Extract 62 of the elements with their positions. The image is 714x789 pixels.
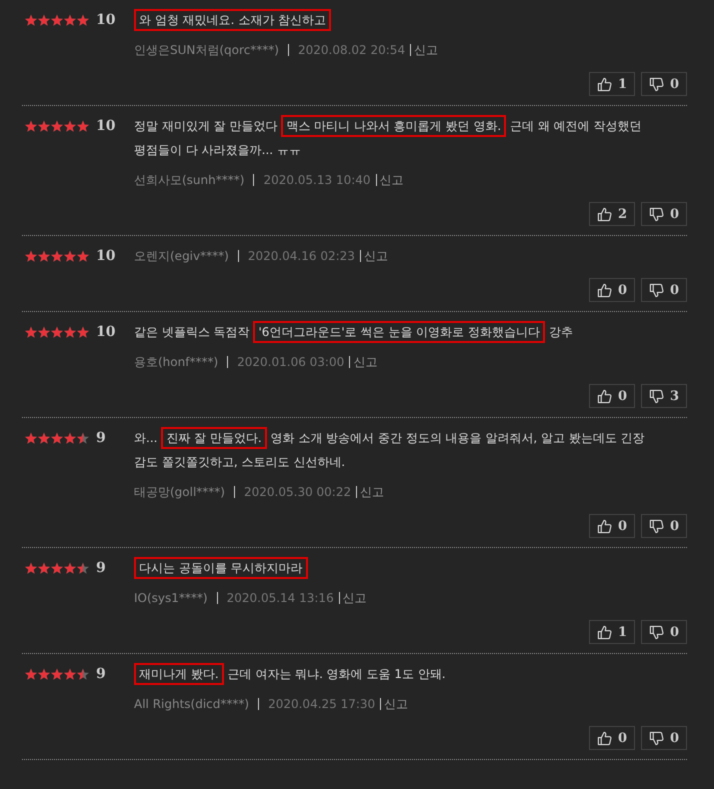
thumbs-down-icon bbox=[648, 518, 664, 534]
review-text: 재미나게 봤다. 근데 여자는 뭐냐. 영화에 도움 1도 안돼. bbox=[134, 662, 687, 686]
review-date: 2020.04.16 02:23 bbox=[248, 249, 355, 263]
like-button[interactable]: 0 bbox=[589, 278, 635, 302]
thumbs-down-icon bbox=[648, 730, 664, 746]
like-button[interactable]: 0 bbox=[589, 384, 635, 408]
score: 10 bbox=[96, 248, 116, 264]
like-button[interactable]: 1 bbox=[589, 72, 635, 96]
report-link[interactable]: 신고 bbox=[342, 590, 367, 606]
thumbs-down-icon bbox=[648, 388, 664, 404]
review-date: 2020.04.25 17:30 bbox=[268, 697, 376, 711]
score: 9 bbox=[96, 666, 106, 682]
review-date: 2020.05.30 00:22 bbox=[244, 485, 352, 499]
author-name: 인생은SUN처럼(qorc****) bbox=[134, 42, 279, 58]
dislike-button[interactable]: 0 bbox=[641, 202, 687, 226]
review-text: 다시는 공돌이를 무시하지마라 bbox=[134, 556, 687, 580]
author-name: 태공망(goll****) bbox=[134, 484, 225, 500]
like-button[interactable]: 0 bbox=[589, 726, 635, 750]
review-text: 와 엄청 재밌네요. 소재가 참신하고 bbox=[134, 8, 687, 32]
thumbs-down-icon bbox=[648, 76, 664, 92]
report-link[interactable]: 신고 bbox=[384, 696, 408, 712]
thumbs-up-icon bbox=[596, 518, 612, 534]
review-text: 정말 재미있게 잘 만들었다 맥스 마티니 나와서 흥미롭게 봤던 영화. 근데 왜 예전에 작성했던 평점들이 다 사라졌을까... ㅠㅠ bbox=[134, 114, 687, 162]
thumbs-down-icon bbox=[648, 282, 664, 298]
dislike-button[interactable]: 0 bbox=[641, 514, 687, 538]
thumbs-up-icon bbox=[596, 76, 612, 92]
dislike-button[interactable]: 0 bbox=[641, 620, 687, 644]
score: 9 bbox=[96, 560, 106, 576]
score: 9 bbox=[96, 430, 106, 446]
thumbs-up-icon bbox=[596, 624, 612, 640]
thumbs-down-icon bbox=[648, 206, 664, 222]
report-link[interactable]: 신고 bbox=[360, 484, 384, 500]
dislike-button[interactable]: 0 bbox=[641, 72, 687, 96]
thumbs-up-icon bbox=[596, 206, 612, 222]
author-name: 선희사모(sunh****) bbox=[134, 172, 244, 188]
review-date: 2020.05.13 10:40 bbox=[263, 173, 371, 187]
report-link[interactable]: 신고 bbox=[380, 172, 404, 188]
author-name: 오렌지(egiv****) bbox=[134, 248, 229, 264]
author-name: All Rights(dicd****) bbox=[134, 697, 250, 711]
like-button[interactable]: 2 bbox=[589, 202, 635, 226]
report-link[interactable]: 신고 bbox=[364, 248, 388, 264]
report-link[interactable]: 신고 bbox=[414, 42, 438, 58]
dislike-button[interactable]: 0 bbox=[641, 278, 687, 302]
author-name: IO(sys1****) bbox=[134, 591, 208, 605]
thumbs-up-icon bbox=[596, 282, 612, 298]
like-button[interactable]: 1 bbox=[589, 620, 635, 644]
dislike-button[interactable]: 0 bbox=[641, 726, 687, 750]
review-text: 와... 진짜 잘 만들었다. 영화 소개 방송에서 중간 정도의 내용을 알려줘서, 알고 봤는데도 긴장감도 쫄깃쫄깃하고, 스토리도 신선하네. bbox=[134, 426, 687, 474]
score: 10 bbox=[96, 118, 116, 134]
dislike-button[interactable]: 3 bbox=[641, 384, 687, 408]
thumbs-down-icon bbox=[648, 624, 664, 640]
review-text: 같은 넷플릭스 독점작 '6언더그라운드'로 썩은 눈을 이영화로 정화했습니다 강추 bbox=[134, 320, 687, 344]
score: 10 bbox=[96, 324, 116, 340]
review-date: 2020.08.02 20:54 bbox=[298, 43, 406, 57]
score: 10 bbox=[96, 12, 116, 28]
author-name: 용호(honf****) bbox=[134, 354, 218, 370]
report-link[interactable]: 신고 bbox=[353, 354, 378, 370]
review-date: 2020.01.06 03:00 bbox=[237, 355, 344, 369]
thumbs-up-icon bbox=[596, 730, 612, 746]
like-button[interactable]: 0 bbox=[589, 514, 635, 538]
review-date: 2020.05.14 13:16 bbox=[226, 591, 334, 605]
thumbs-up-icon bbox=[596, 388, 612, 404]
